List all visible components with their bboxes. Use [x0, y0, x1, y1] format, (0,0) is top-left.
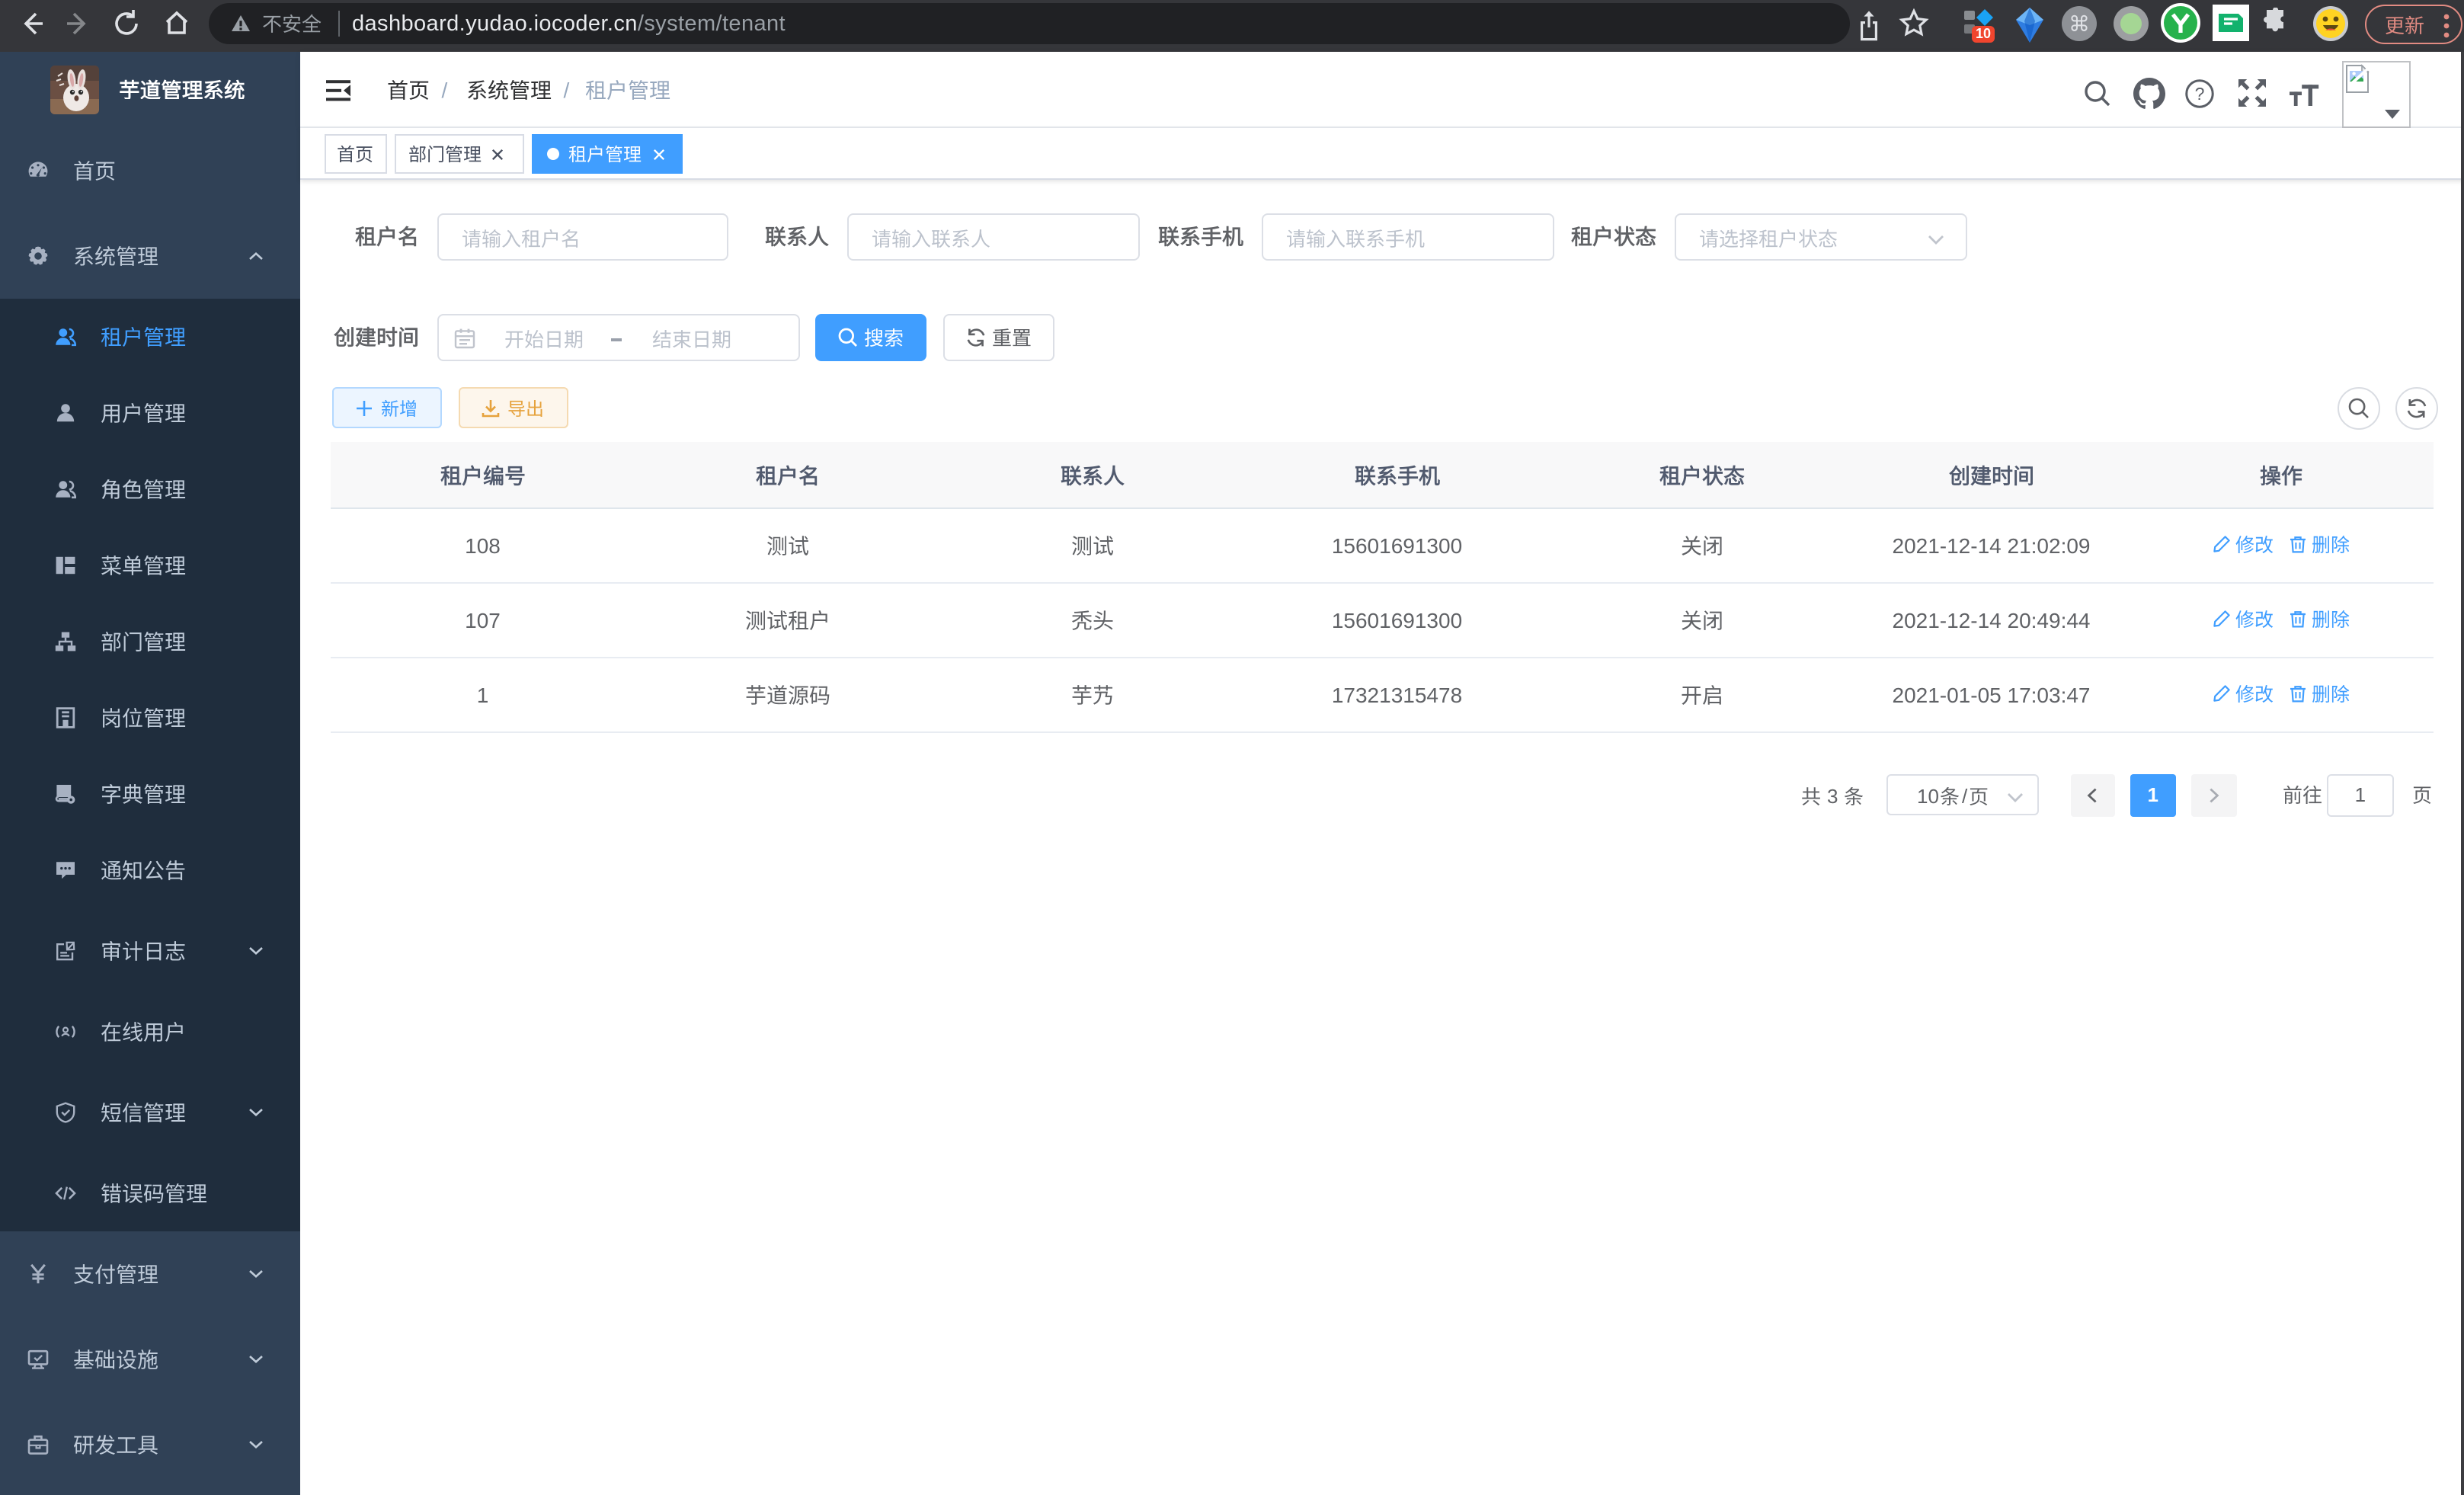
- svg-text:?: ?: [2195, 83, 2205, 103]
- svg-text:⌘: ⌘: [2069, 11, 2090, 35]
